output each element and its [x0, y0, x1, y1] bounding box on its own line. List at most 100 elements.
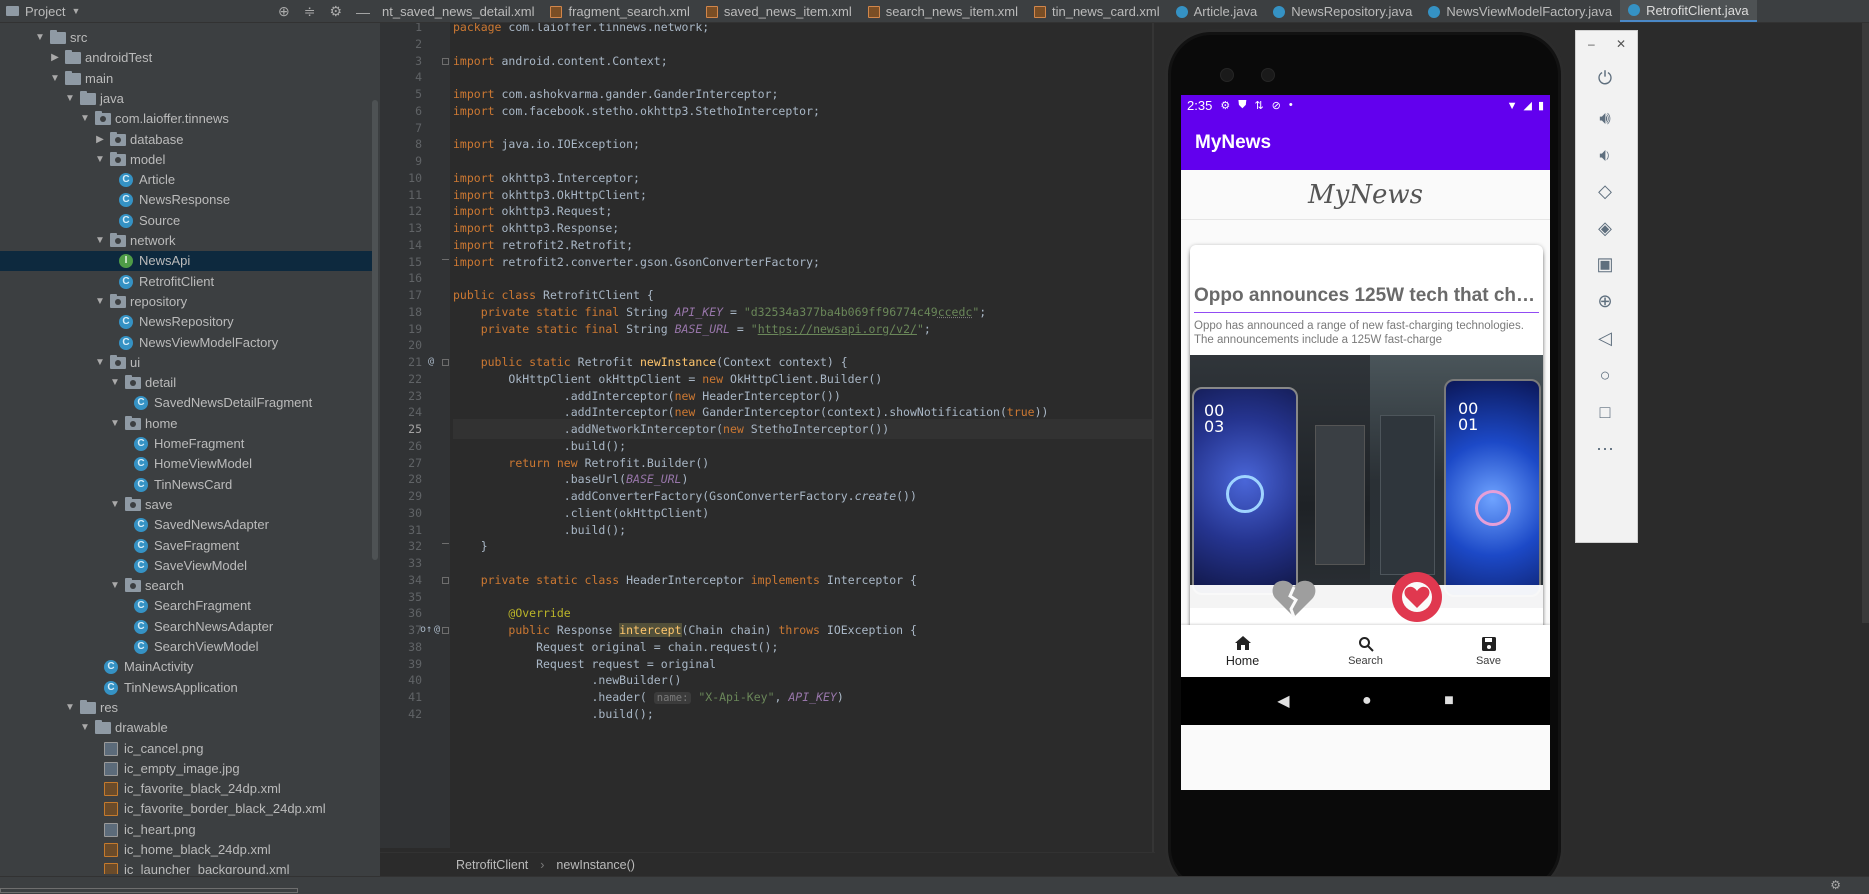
tree-item[interactable]: C RetrofitClient: [0, 272, 372, 292]
tree-item[interactable]: ▶ androidTest: [0, 48, 372, 68]
chevron-down-icon[interactable]: ▼: [49, 69, 61, 89]
volume-down-icon[interactable]: 🔉︎: [1590, 140, 1620, 170]
code-editor[interactable]: 1 2 3 4 5 6 7 8 9 10 11 12 13 14 15 16 17 18 19 20 21 22 23 24 2…: [380, 23, 1155, 848]
chevron-down-icon[interactable]: ▼: [94, 353, 106, 373]
chevron-down-icon[interactable]: ▼: [79, 109, 91, 129]
nav-save[interactable]: Save: [1427, 625, 1550, 677]
locate-icon[interactable]: ⊕: [278, 3, 290, 20]
fold-toggle-icon[interactable]: [442, 57, 449, 65]
minimize-icon[interactable]: –: [1588, 37, 1595, 51]
rotate-right-icon[interactable]: ◈: [1590, 213, 1620, 243]
code-line[interactable]: }: [453, 536, 488, 556]
home-circle-icon[interactable]: ●: [1362, 692, 1372, 710]
editor-tab[interactable]: saved_news_item.xml: [698, 0, 860, 22]
implements-marker-icon[interactable]: o↑: [420, 620, 432, 640]
fold-toggle-icon[interactable]: [442, 627, 449, 634]
tree-item[interactable]: ic_empty_image.jpg: [0, 759, 372, 779]
tree-item[interactable]: ▼ java: [0, 89, 372, 109]
close-icon[interactable]: ✕: [1616, 37, 1626, 51]
collapse-all-icon[interactable]: ≑: [304, 3, 316, 20]
editor-tab[interactable]: tin_news_card.xml: [1026, 0, 1168, 22]
tree-item[interactable]: ▼ network: [0, 231, 372, 251]
gear-icon[interactable]: ⚙: [329, 3, 342, 20]
project-tree-scrollbar[interactable]: [372, 100, 378, 560]
tree-item[interactable]: C SavedNewsAdapter: [0, 515, 372, 535]
background-task-progress[interactable]: [0, 888, 298, 893]
right-scrollbar[interactable]: [1862, 23, 1869, 623]
chevron-down-icon[interactable]: ▼: [79, 718, 91, 738]
tree-item[interactable]: ic_cancel.png: [0, 739, 372, 759]
fold-toggle-icon[interactable]: [442, 359, 449, 366]
chevron-down-icon[interactable]: ▼: [94, 231, 106, 251]
editor-tab[interactable]: NewsRepository.java: [1265, 0, 1420, 22]
code-line[interactable]: import java.io.IOException;: [453, 134, 640, 154]
tree-item[interactable]: C SearchViewModel: [0, 637, 372, 657]
chevron-down-icon[interactable]: ▼: [109, 495, 121, 515]
tree-item[interactable]: C SavedNewsDetailFragment: [0, 393, 372, 413]
tree-item[interactable]: ic_favorite_border_black_24dp.xml: [0, 799, 372, 819]
code-line[interactable]: .build();: [453, 704, 653, 724]
dislike-button[interactable]: [1269, 573, 1319, 623]
status-settings-icon[interactable]: ⚙: [1830, 878, 1841, 892]
overview-square-icon[interactable]: □: [1590, 397, 1620, 427]
override-marker-icon[interactable]: @: [428, 352, 434, 372]
breadcrumb-class[interactable]: RetrofitClient: [456, 858, 528, 872]
more-options-icon[interactable]: ⋯: [1590, 434, 1620, 464]
camera-icon[interactable]: ▣: [1590, 249, 1620, 279]
back-icon[interactable]: ◀: [1277, 691, 1289, 711]
nav-home[interactable]: Home: [1181, 625, 1304, 677]
editor-tab[interactable]: nt_saved_news_detail.xml: [380, 0, 542, 22]
code-line[interactable]: import com.facebook.stetho.okhttp3.Steth…: [453, 101, 820, 121]
rotate-left-icon[interactable]: ◇: [1590, 176, 1620, 206]
breadcrumb-method[interactable]: newInstance(): [556, 858, 635, 872]
tree-item[interactable]: ▼ home: [0, 414, 372, 434]
tree-item[interactable]: C SaveFragment: [0, 536, 372, 556]
tree-item[interactable]: ic_home_black_24dp.xml: [0, 840, 372, 860]
home-circle-outline-icon[interactable]: ○: [1590, 360, 1620, 390]
editor-emulator-divider[interactable]: [1152, 23, 1154, 852]
fold-toggle-icon[interactable]: [442, 543, 449, 545]
back-triangle-icon[interactable]: ◁: [1590, 323, 1620, 353]
tree-item[interactable]: C HomeFragment: [0, 434, 372, 454]
news-card[interactable]: Oppo announces 125W tech that charg... O…: [1190, 245, 1543, 660]
volume-up-icon[interactable]: 🔊︎: [1590, 103, 1620, 133]
nav-search[interactable]: Search: [1304, 625, 1427, 677]
chevron-down-icon[interactable]: ▼: [64, 89, 76, 109]
tree-item[interactable]: C Article: [0, 170, 372, 190]
tree-item[interactable]: C SearchNewsAdapter: [0, 617, 372, 637]
tree-item[interactable]: ▼ res: [0, 698, 372, 718]
like-button[interactable]: [1392, 572, 1442, 622]
tree-item[interactable]: C Source: [0, 211, 372, 231]
code-area[interactable]: package com.laioffer.tinnews.network; imp…: [453, 23, 1153, 848]
editor-tab[interactable]: NewsViewModelFactory.java: [1420, 0, 1620, 22]
tree-item[interactable]: C SearchFragment: [0, 596, 372, 616]
editor-tab[interactable]: Article.java: [1168, 0, 1266, 22]
fold-toggle-icon[interactable]: [442, 576, 449, 584]
editor-tab[interactable]: RetrofitClient.java: [1620, 0, 1757, 22]
code-line[interactable]: private static class HeaderInterceptor i…: [453, 570, 917, 590]
fold-toggle-icon[interactable]: [442, 258, 449, 260]
chevron-down-icon[interactable]: ▼: [109, 414, 121, 434]
tree-item[interactable]: C NewsResponse: [0, 190, 372, 210]
chevron-right-icon[interactable]: ▶: [94, 130, 106, 150]
code-line[interactable]: import android.content.Context;: [453, 51, 668, 71]
code-line[interactable]: package com.laioffer.tinnews.network;: [453, 23, 709, 37]
tree-item[interactable]: ic_launcher_background.xml: [0, 860, 372, 874]
device-screen[interactable]: 2:35 ⚙ ⛊ ⇅ ⊘ • ▼ ◢ ▮ MyNews MyNews Oppo …: [1181, 95, 1550, 790]
tree-item[interactable]: ▼ save: [0, 495, 372, 515]
tree-item[interactable]: ▼ src: [0, 28, 372, 48]
tree-item[interactable]: ▼ ui: [0, 353, 372, 373]
chevron-right-icon[interactable]: ▶: [49, 48, 61, 68]
tree-item[interactable]: ▼ main: [0, 69, 372, 89]
zoom-icon[interactable]: ⊕: [1590, 286, 1620, 316]
tree-item[interactable]: C TinNewsCard: [0, 475, 372, 495]
code-line[interactable]: private static final String BASE_URL = "…: [453, 319, 931, 339]
power-icon[interactable]: ⏻: [1590, 63, 1620, 93]
tree-item[interactable]: ▼ drawable: [0, 718, 372, 738]
tree-item[interactable]: C MainActivity: [0, 657, 372, 677]
editor-tab[interactable]: search_news_item.xml: [860, 0, 1026, 22]
chevron-down-icon[interactable]: ▼: [109, 373, 121, 393]
chevron-down-icon[interactable]: ▼: [94, 292, 106, 312]
tree-item[interactable]: C SaveViewModel: [0, 556, 372, 576]
tree-item[interactable]: ▼ model: [0, 150, 372, 170]
